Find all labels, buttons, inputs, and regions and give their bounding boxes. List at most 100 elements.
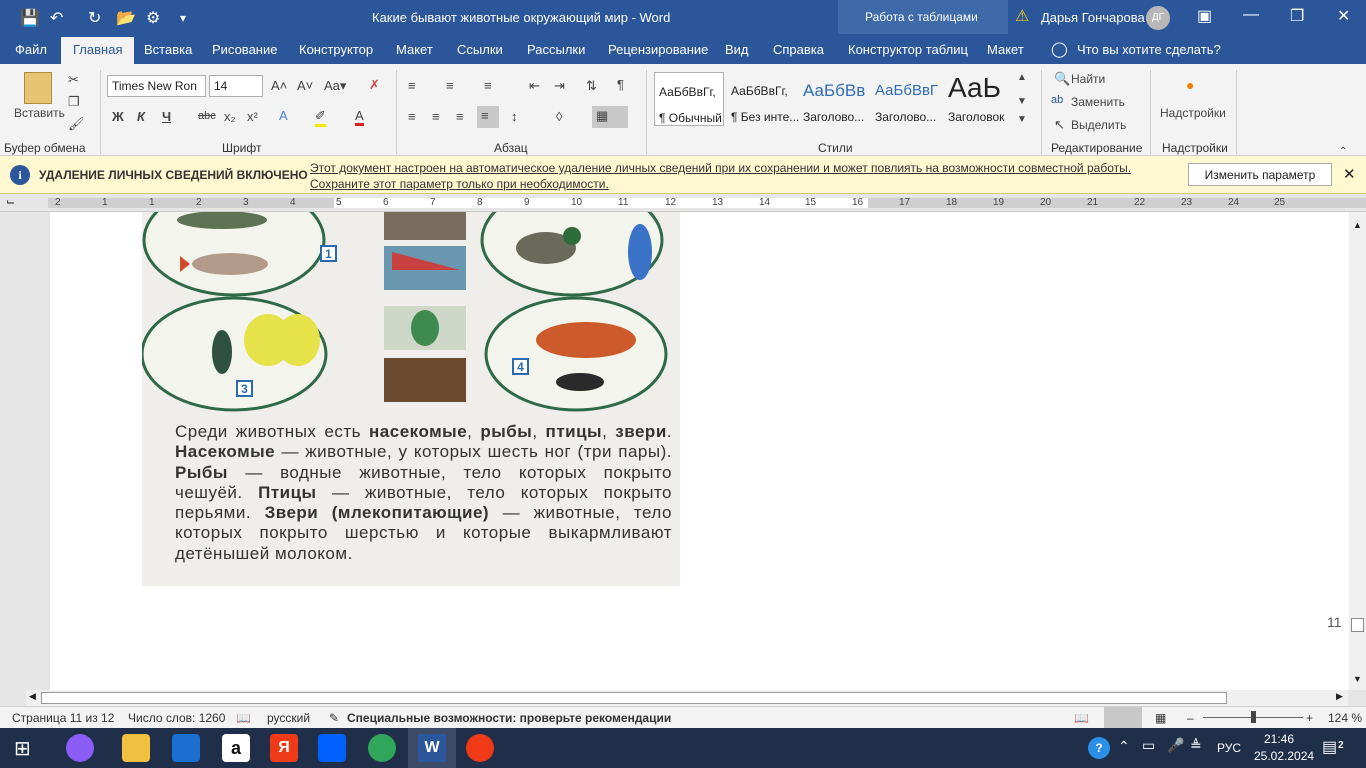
copy-icon[interactable]: ❐ bbox=[68, 94, 80, 110]
warning-icon[interactable]: ⚠ bbox=[1015, 6, 1029, 26]
change-case-icon[interactable]: Aa▾ bbox=[324, 78, 346, 94]
styles-scroll-down-icon[interactable]: ▼ bbox=[1017, 96, 1027, 107]
sort-icon[interactable]: ⇅ bbox=[586, 78, 597, 94]
yandex-browser-icon[interactable] bbox=[466, 734, 494, 762]
addins-button[interactable]: Надстройки bbox=[1160, 106, 1226, 120]
font-color-icon[interactable]: A bbox=[355, 108, 364, 126]
help-icon[interactable]: ? bbox=[1088, 737, 1110, 759]
style-heading1[interactable]: АаБбВв Заголово... bbox=[799, 72, 869, 126]
dropbox-icon[interactable] bbox=[318, 734, 346, 762]
amazon-icon[interactable]: a bbox=[222, 734, 250, 762]
tab-stop-icon[interactable]: ⌙ bbox=[6, 195, 15, 208]
shrink-font-icon[interactable]: A˅ bbox=[297, 78, 313, 93]
battery-icon[interactable]: ▭ bbox=[1142, 737, 1155, 754]
close-bar-icon[interactable]: ✕ bbox=[1343, 165, 1356, 183]
restore-icon[interactable]: ❐ bbox=[1290, 6, 1304, 26]
tab-insert[interactable]: Вставка bbox=[144, 42, 192, 57]
borders-icon[interactable]: ▦ bbox=[592, 106, 628, 128]
scroll-up-icon[interactable]: ▲ bbox=[1353, 220, 1362, 230]
replace-button[interactable]: Заменить bbox=[1071, 95, 1125, 109]
yandex-icon[interactable]: Я bbox=[270, 734, 298, 762]
addins-icon[interactable]: ● bbox=[1186, 77, 1194, 93]
close-icon[interactable]: ✕ bbox=[1337, 6, 1350, 26]
strikethrough-button[interactable]: abc bbox=[198, 110, 216, 122]
privacy-message-line2[interactable]: Сохраните этот параметр только при необх… bbox=[310, 177, 609, 191]
bold-button[interactable]: Ж bbox=[112, 109, 124, 124]
font-name-combo[interactable]: Times New Ron bbox=[107, 75, 206, 97]
find-button[interactable]: Найти bbox=[1071, 72, 1105, 86]
page-indicator[interactable]: Страница 11 из 12 bbox=[12, 711, 114, 725]
proofing-icon[interactable]: 📖 bbox=[236, 711, 251, 725]
redo-icon[interactable]: ↻ bbox=[88, 8, 101, 28]
zoom-slider-thumb[interactable] bbox=[1251, 711, 1256, 723]
superscript-icon[interactable]: x² bbox=[247, 109, 258, 124]
font-size-combo[interactable]: 14 bbox=[209, 75, 263, 97]
align-right-icon[interactable]: ≡ bbox=[456, 109, 464, 124]
tab-references[interactable]: Ссылки bbox=[457, 42, 503, 57]
align-center-icon[interactable]: ≡ bbox=[432, 109, 440, 124]
style-heading2[interactable]: АаБбВвГ Заголово... bbox=[871, 72, 941, 126]
file-explorer-icon[interactable] bbox=[122, 734, 150, 762]
tab-home[interactable]: Главная bbox=[61, 37, 135, 64]
paste-button[interactable]: Вставить bbox=[14, 106, 65, 120]
microphone-icon[interactable]: 🎤 bbox=[1167, 737, 1184, 754]
pilcrow-icon[interactable]: ¶ bbox=[617, 77, 624, 92]
scroll-thumb[interactable] bbox=[1351, 618, 1364, 632]
notifications-icon[interactable]: ▤ bbox=[1322, 737, 1337, 757]
touch-mode-icon[interactable]: ⚙ bbox=[146, 8, 160, 28]
horizontal-ruler[interactable]: ⌙ 2 1 1 2 3 4 5 6 7 8 9 10 11 12 13 14 15 16 17 18 19 20 21 22 2… bbox=[0, 194, 1366, 212]
vertical-scrollbar[interactable]: ▲ ▼ bbox=[1349, 212, 1366, 690]
ribbon-display-icon[interactable]: ▣ bbox=[1197, 6, 1212, 26]
scroll-left-icon[interactable]: ◀ bbox=[29, 691, 36, 702]
chevron-up-icon[interactable]: ⌃ bbox=[1118, 738, 1130, 755]
wifi-icon[interactable]: ≜ bbox=[1190, 737, 1202, 754]
styles-more-icon[interactable]: ▼ bbox=[1017, 114, 1027, 125]
notification-count[interactable]: 2 bbox=[1338, 740, 1344, 751]
increase-indent-icon[interactable]: ⇥ bbox=[554, 78, 565, 94]
tab-mailings[interactable]: Рассылки bbox=[527, 42, 585, 57]
privacy-message-line1[interactable]: Этот документ настроен на автоматическое… bbox=[310, 161, 1131, 175]
avatar[interactable]: ДГ bbox=[1146, 6, 1170, 30]
italic-button[interactable]: К bbox=[137, 109, 145, 124]
document-page[interactable]: 1 3 4 Среди животных есть насекомые, рыб… bbox=[50, 183, 1350, 690]
tab-view[interactable]: Вид bbox=[725, 42, 749, 57]
tab-file[interactable]: Файл bbox=[15, 42, 47, 57]
open-icon[interactable]: 📂 bbox=[116, 8, 136, 28]
zoom-out-icon[interactable]: – bbox=[1187, 711, 1194, 725]
subscript-icon[interactable]: x₂ bbox=[224, 109, 236, 124]
word-taskbar-active[interactable]: W bbox=[408, 728, 456, 768]
tab-table-layout[interactable]: Макет bbox=[987, 42, 1024, 57]
read-mode-icon[interactable]: 📖 bbox=[1074, 711, 1089, 725]
cut-icon[interactable]: ✂ bbox=[68, 72, 79, 88]
shading-icon[interactable]: ◊ bbox=[556, 109, 562, 124]
justify-icon[interactable]: ≡ bbox=[477, 106, 499, 128]
tell-me-search[interactable]: Что вы хотите сделать? bbox=[1077, 42, 1221, 57]
tab-design[interactable]: Конструктор bbox=[299, 42, 373, 57]
clear-format-icon[interactable]: ✗ bbox=[369, 77, 380, 93]
minimize-icon[interactable]: — bbox=[1243, 6, 1259, 24]
style-normal[interactable]: АаБбВвГг, ¶ Обычный bbox=[654, 72, 724, 126]
grow-font-icon[interactable]: A˄ bbox=[271, 78, 287, 93]
alice-icon[interactable] bbox=[66, 734, 94, 762]
underline-button[interactable]: Ч bbox=[162, 109, 171, 124]
align-left-icon[interactable]: ≡ bbox=[408, 109, 416, 124]
scroll-down-icon[interactable]: ▼ bbox=[1353, 674, 1362, 684]
tab-table-design[interactable]: Конструктор таблиц bbox=[848, 42, 968, 57]
line-spacing-icon[interactable]: ↕ bbox=[511, 109, 518, 124]
horizontal-scrollbar[interactable]: ◀ ▶ bbox=[26, 690, 1348, 706]
accessibility-status[interactable]: Специальные возможности: проверьте реком… bbox=[347, 711, 671, 725]
edge-icon[interactable] bbox=[368, 734, 396, 762]
highlight-icon[interactable]: ✐ bbox=[315, 108, 326, 127]
bullets-icon[interactable]: ≡ bbox=[408, 78, 416, 93]
input-language[interactable]: РУС bbox=[1217, 741, 1241, 755]
styles-scroll-up-icon[interactable]: ▲ bbox=[1017, 72, 1027, 83]
word-count[interactable]: Число слов: 1260 bbox=[128, 711, 225, 725]
paste-icon[interactable] bbox=[24, 72, 52, 104]
select-button[interactable]: Выделить bbox=[1071, 118, 1126, 132]
clock-time[interactable]: 21:46 bbox=[1264, 732, 1294, 746]
windows-start-icon[interactable]: ⊞ bbox=[14, 736, 31, 761]
multilevel-icon[interactable]: ≡ bbox=[484, 78, 492, 93]
mail-icon[interactable] bbox=[172, 734, 200, 762]
user-name[interactable]: Дарья Гончарова bbox=[1041, 10, 1145, 25]
format-painter-icon[interactable]: 🖌 bbox=[68, 116, 85, 132]
